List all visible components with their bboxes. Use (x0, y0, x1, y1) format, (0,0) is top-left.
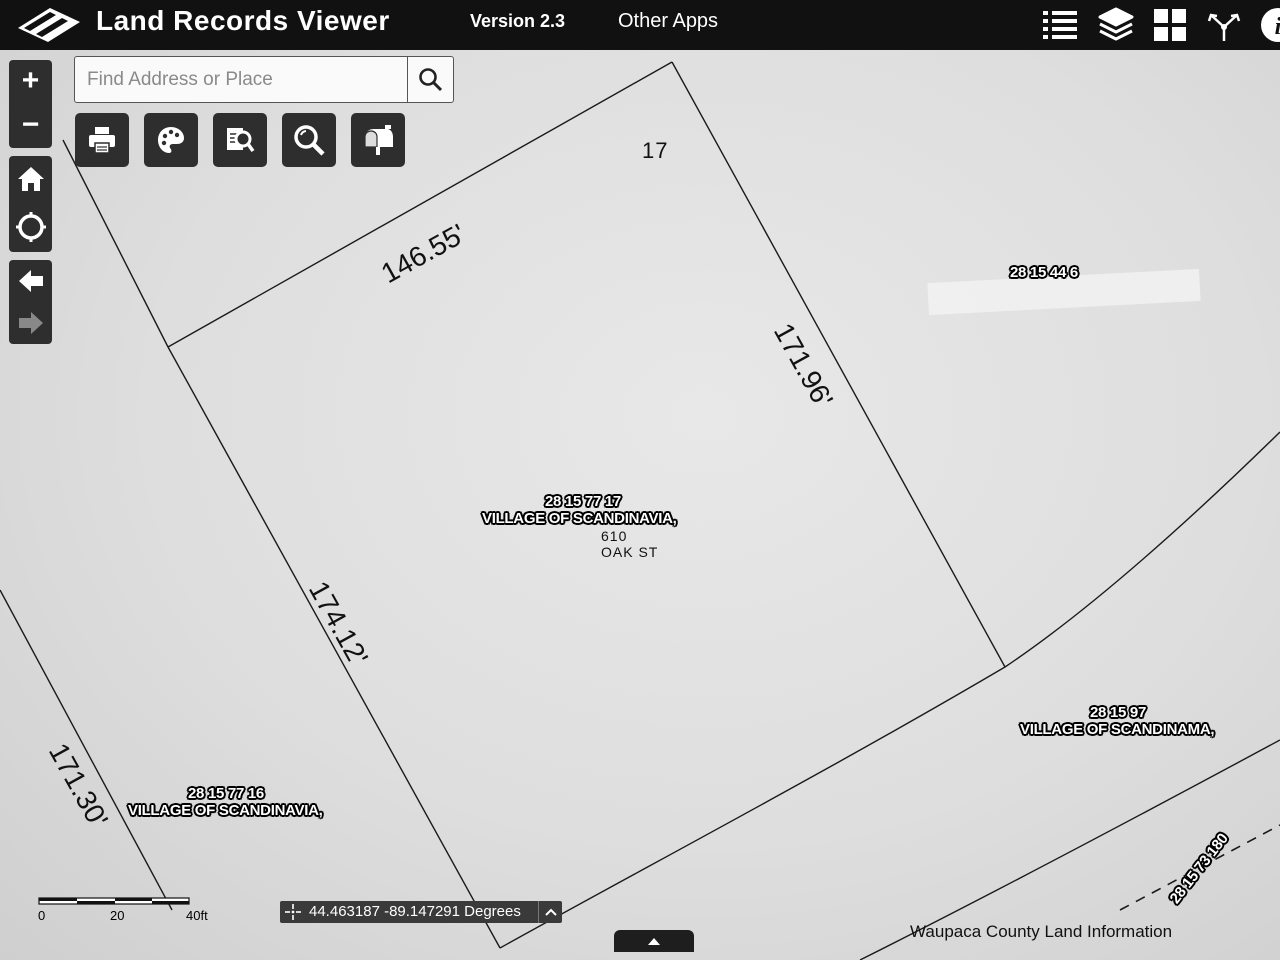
version-label: Version 2.3 (470, 11, 566, 31)
chevron-up-icon (545, 908, 557, 916)
locate-icon (15, 212, 46, 242)
home-locate-controls (9, 156, 52, 252)
search-button[interactable] (407, 57, 454, 102)
home-icon (17, 167, 44, 191)
lot-number: 17 (642, 138, 669, 163)
parcel-search-button[interactable] (213, 113, 267, 167)
main-parcel-address-number: 610 (601, 528, 628, 544)
locate-button[interactable] (9, 206, 52, 248)
caret-up-icon (648, 938, 660, 945)
back-button[interactable] (9, 260, 52, 302)
home-button[interactable] (9, 158, 52, 200)
map-canvas[interactable]: 17 28 15 77 17 VILLAGE OF SCANDINAVIA, 6… (0, 50, 1280, 960)
zoom-in-button[interactable]: + (9, 60, 52, 102)
back-arrow-icon (18, 270, 43, 292)
layers-icon[interactable] (1096, 5, 1136, 45)
other-apps-link[interactable]: Other Apps (618, 10, 718, 33)
app-logo-icon (18, 8, 80, 42)
share-icon[interactable] (1204, 5, 1244, 45)
app-title: Land Records Viewer (96, 5, 390, 36)
scale-bar: 0 20 40ft (38, 896, 208, 926)
grid-icon[interactable] (1150, 5, 1190, 45)
attribution-text: Waupaca County Land Information (910, 922, 1173, 941)
southeast-parcel-id: 28 15 97 (1090, 704, 1146, 721)
search-icon (419, 67, 443, 91)
attribute-table-toggle[interactable] (614, 930, 694, 952)
svg-text:i: i (1275, 14, 1280, 40)
coordinate-units-toggle[interactable] (538, 901, 563, 923)
forward-arrow-icon (18, 312, 43, 334)
info-icon[interactable]: i (1258, 5, 1280, 45)
parcel-lines (0, 61, 1280, 960)
coordinate-display: 44.463187 -89.147291 Degrees (280, 901, 562, 923)
scale-label-20: 20 (110, 908, 125, 923)
address-lookup-button[interactable] (351, 113, 405, 167)
print-button[interactable] (75, 113, 129, 167)
search-input[interactable] (85, 63, 409, 97)
main-parcel-street: OAK ST (601, 544, 659, 560)
crosshair-icon[interactable] (283, 902, 303, 922)
east-parcel-id: 28 15 44 6 (1010, 264, 1078, 281)
symbology-button[interactable] (144, 113, 198, 167)
identify-button[interactable] (282, 113, 336, 167)
scale-label-40ft: 40ft (186, 908, 208, 923)
forward-button[interactable] (9, 302, 52, 344)
southwest-parcel-owner: VILLAGE OF SCANDINAVIA, (128, 802, 323, 819)
scale-label-0: 0 (38, 908, 46, 923)
main-parcel-id: 28 15 77 17 (545, 493, 621, 510)
zoom-controls: + − (9, 60, 52, 148)
main-parcel-owner: VILLAGE OF SCANDINAVIA, (482, 510, 677, 527)
search-box (74, 56, 454, 103)
southeast-parcel-owner: VILLAGE OF SCANDINAMA, (1020, 721, 1215, 738)
list-icon[interactable] (1040, 5, 1080, 45)
mailbox-icon (364, 125, 393, 155)
palette-icon (158, 127, 184, 153)
southwest-parcel-id: 28 15 77 16 (188, 785, 264, 802)
zoom-out-button[interactable]: − (9, 104, 52, 146)
print-icon (89, 127, 115, 154)
search-document-icon (227, 128, 255, 153)
magnifier-icon (294, 125, 325, 156)
coordinate-text: 44.463187 -89.147291 Degrees (309, 903, 521, 920)
history-controls (9, 260, 52, 344)
app-header: Land Records Viewer Version 2.3 Other Ap… (0, 0, 1280, 50)
